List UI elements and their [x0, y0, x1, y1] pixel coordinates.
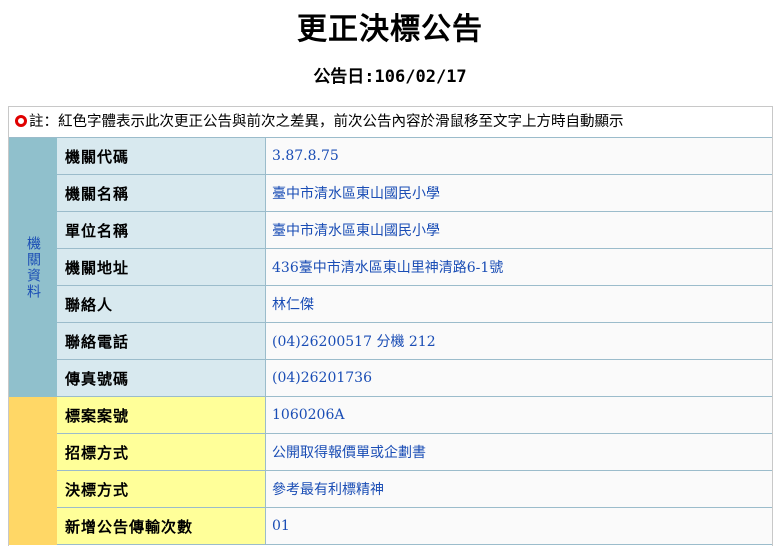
table-row: 機關名稱 臺中市清水區東山國民小學: [57, 175, 772, 212]
field-value: 1060206A: [266, 397, 772, 433]
field-label: 決標方式: [57, 471, 266, 507]
field-label: 聯絡電話: [57, 323, 266, 359]
field-value: (04)26200517 分機 212: [266, 323, 772, 359]
announcement-date: 公告日:106/02/17: [313, 67, 467, 87]
agency-section: 機關資料 機關代碼 3.87.8.75 機關名稱 臺中市清水區東山國民小學 單位…: [9, 138, 772, 397]
red-circle-icon: [15, 115, 27, 127]
table-row: 新增公告傳輸次數 01: [57, 508, 772, 545]
table-row: 單位名稱 臺中市清水區東山國民小學: [57, 212, 772, 249]
field-value: 參考最有利標精神: [266, 471, 772, 507]
field-label: 聯絡人: [57, 286, 266, 322]
field-label: 新增公告傳輸次數: [57, 508, 266, 544]
table-row: 決標方式 參考最有利標精神: [57, 471, 772, 508]
field-label: 機關名稱: [57, 175, 266, 211]
field-value: (04)26201736: [266, 360, 772, 396]
field-value: 林仁傑: [266, 286, 772, 322]
field-label: 單位名稱: [57, 212, 266, 248]
table-row: 聯絡電話 (04)26200517 分機 212: [57, 323, 772, 360]
field-label: 傳真號碼: [57, 360, 266, 396]
field-value: 臺中市清水區東山國民小學: [266, 175, 772, 211]
field-value: 01: [266, 508, 772, 544]
section-label-tender: [9, 397, 57, 545]
table-row: 傳真號碼 (04)26201736: [57, 360, 772, 397]
field-value: 臺中市清水區東山國民小學: [266, 212, 772, 248]
table-row: 機關地址 436臺中市清水區東山里神清路6-1號: [57, 249, 772, 286]
note-bar: 註：紅色字體表示此次更正公告與前次之差異，前次公告內容於滑鼠移至文字上方時自動顯…: [9, 107, 772, 138]
tender-section: 標案案號 1060206A 招標方式 公開取得報價單或企劃書 決標方式 參考最有…: [9, 397, 772, 545]
field-value: 公開取得報價單或企劃書: [266, 434, 772, 470]
announcement-table: 註：紅色字體表示此次更正公告與前次之差異，前次公告內容於滑鼠移至文字上方時自動顯…: [8, 106, 773, 546]
field-value: 3.87.8.75: [266, 138, 772, 174]
table-row: 招標方式 公開取得報價單或企劃書: [57, 434, 772, 471]
field-label: 招標方式: [57, 434, 266, 470]
field-label: 標案案號: [57, 397, 266, 433]
field-label: 機關代碼: [57, 138, 266, 174]
field-label: 機關地址: [57, 249, 266, 285]
section-label-agency: 機關資料: [9, 138, 57, 397]
table-row: 機關代碼 3.87.8.75: [57, 138, 772, 175]
table-row: 標案案號 1060206A: [57, 397, 772, 434]
field-value: 436臺中市清水區東山里神清路6-1號: [266, 249, 772, 285]
page-title: 更正決標公告: [297, 12, 483, 47]
note-text: 註：紅色字體表示此次更正公告與前次之差異，前次公告內容於滑鼠移至文字上方時自動顯…: [29, 114, 624, 130]
table-row: 聯絡人 林仁傑: [57, 286, 772, 323]
